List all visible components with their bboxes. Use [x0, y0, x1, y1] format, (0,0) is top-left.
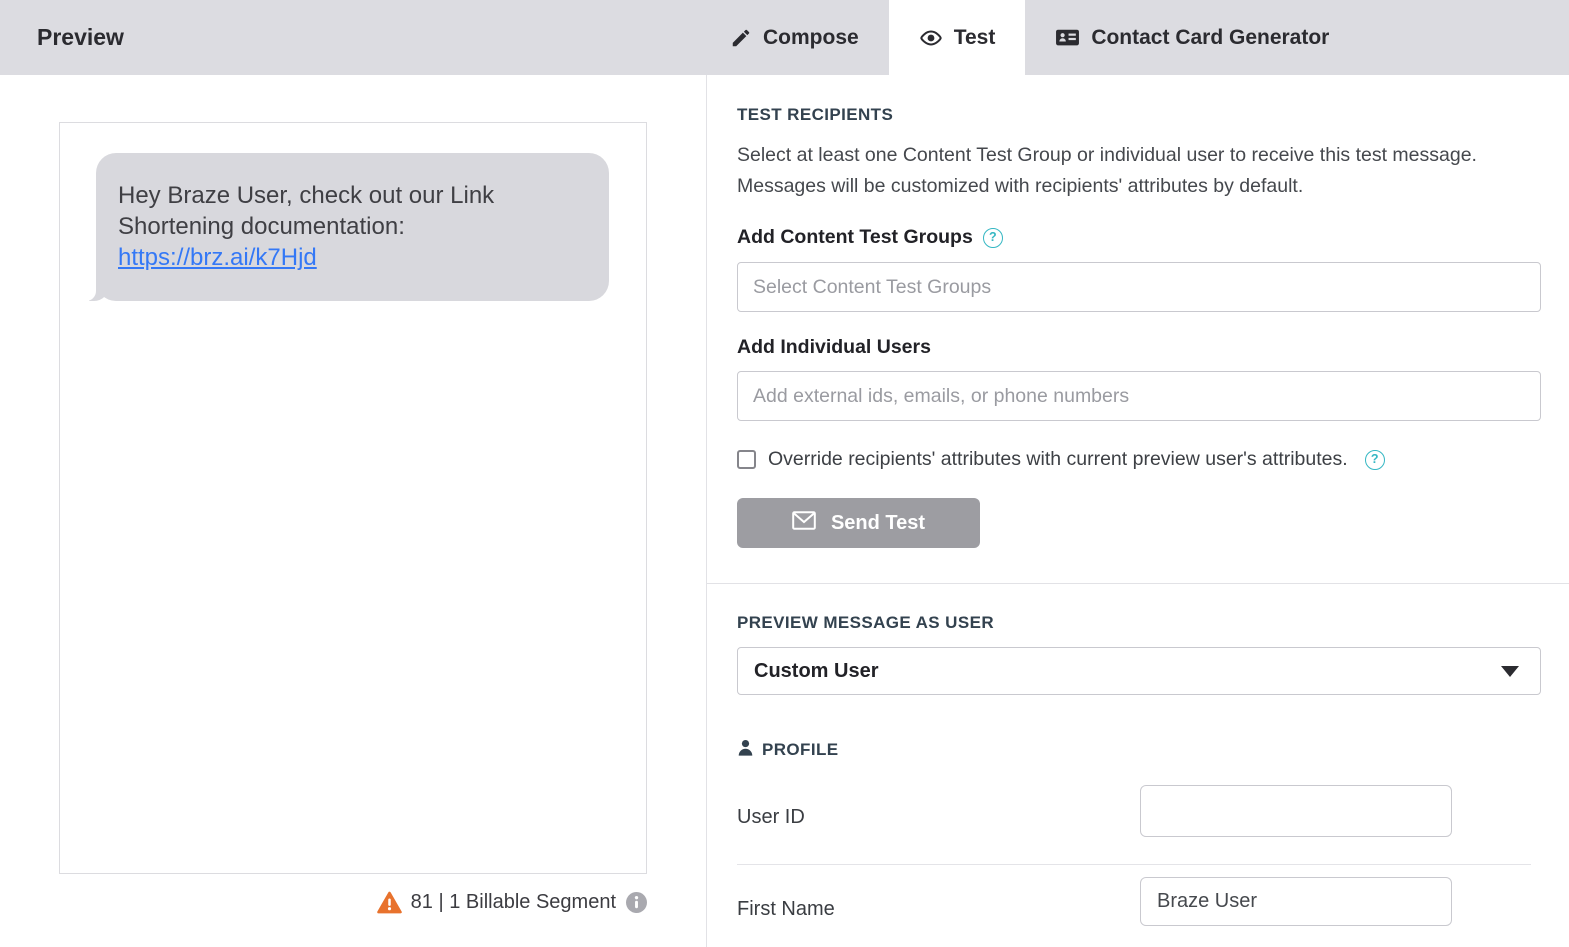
- selected-user: Custom User: [754, 660, 878, 683]
- panel-divider: [706, 75, 707, 947]
- eye-icon: [919, 26, 943, 50]
- tab-label: Compose: [763, 26, 859, 50]
- test-recipients-description: Select at least one Content Test Group o…: [737, 140, 1479, 202]
- individual-users-input[interactable]: [737, 371, 1541, 421]
- billable-segment-text: 81 | 1 Billable Segment: [411, 891, 616, 914]
- profile-heading: PROFILE: [737, 739, 838, 761]
- preview-user-dropdown[interactable]: Custom User: [737, 647, 1541, 695]
- contact-card-icon: [1055, 25, 1080, 50]
- tab-label: Test: [954, 26, 996, 50]
- sms-link[interactable]: https://brz.ai/k7Hjd: [118, 244, 317, 271]
- tab-test[interactable]: Test: [889, 0, 1026, 75]
- content-test-groups-label: Add Content Test Groups ?: [737, 226, 1003, 249]
- send-test-label: Send Test: [831, 512, 925, 535]
- first-name-label: First Name: [737, 898, 835, 921]
- tab-bar: Compose Test: [700, 0, 1359, 75]
- override-checkbox[interactable]: [737, 450, 756, 469]
- test-recipients-heading: TEST RECIPIENTS: [737, 105, 893, 125]
- message-preview-panel: Hey Braze User, check out our Link Short…: [59, 122, 647, 874]
- tab-compose[interactable]: Compose: [700, 0, 889, 75]
- question-icon[interactable]: ?: [983, 228, 1003, 248]
- question-icon[interactable]: ?: [1365, 450, 1385, 470]
- profile-heading-text: PROFILE: [762, 740, 838, 760]
- user-id-input[interactable]: [1140, 785, 1452, 837]
- caret-down-icon: [1501, 666, 1519, 677]
- tab-contact-card-generator[interactable]: Contact Card Generator: [1025, 0, 1359, 75]
- pencil-icon: [730, 27, 752, 49]
- info-icon[interactable]: [626, 892, 647, 913]
- preview-as-user-heading: PREVIEW MESSAGE AS USER: [737, 613, 994, 633]
- warning-triangle-icon: [377, 891, 402, 914]
- sms-message-text: Hey Braze User, check out our Link Short…: [118, 182, 494, 240]
- envelope-icon: [792, 511, 816, 536]
- label-text: Add Individual Users: [737, 336, 931, 359]
- field-divider: [737, 864, 1531, 865]
- override-label: Override recipients' attributes with cur…: [768, 448, 1348, 471]
- sms-bubble: Hey Braze User, check out our Link Short…: [96, 153, 609, 301]
- content-test-groups-input[interactable]: [737, 262, 1541, 312]
- page: Preview Compose Test: [0, 0, 1569, 947]
- page-title: Preview: [37, 0, 124, 75]
- tab-label: Contact Card Generator: [1091, 26, 1329, 50]
- person-icon: [737, 739, 754, 761]
- billable-segment-row: 81 | 1 Billable Segment: [59, 891, 647, 914]
- header-bar: Preview Compose Test: [0, 0, 1569, 75]
- user-id-label: User ID: [737, 806, 805, 829]
- section-divider: [707, 583, 1569, 584]
- first-name-input[interactable]: [1140, 877, 1452, 926]
- send-test-button[interactable]: Send Test: [737, 498, 980, 548]
- individual-users-label: Add Individual Users: [737, 336, 931, 359]
- label-text: Add Content Test Groups: [737, 226, 973, 249]
- override-row: Override recipients' attributes with cur…: [737, 448, 1385, 471]
